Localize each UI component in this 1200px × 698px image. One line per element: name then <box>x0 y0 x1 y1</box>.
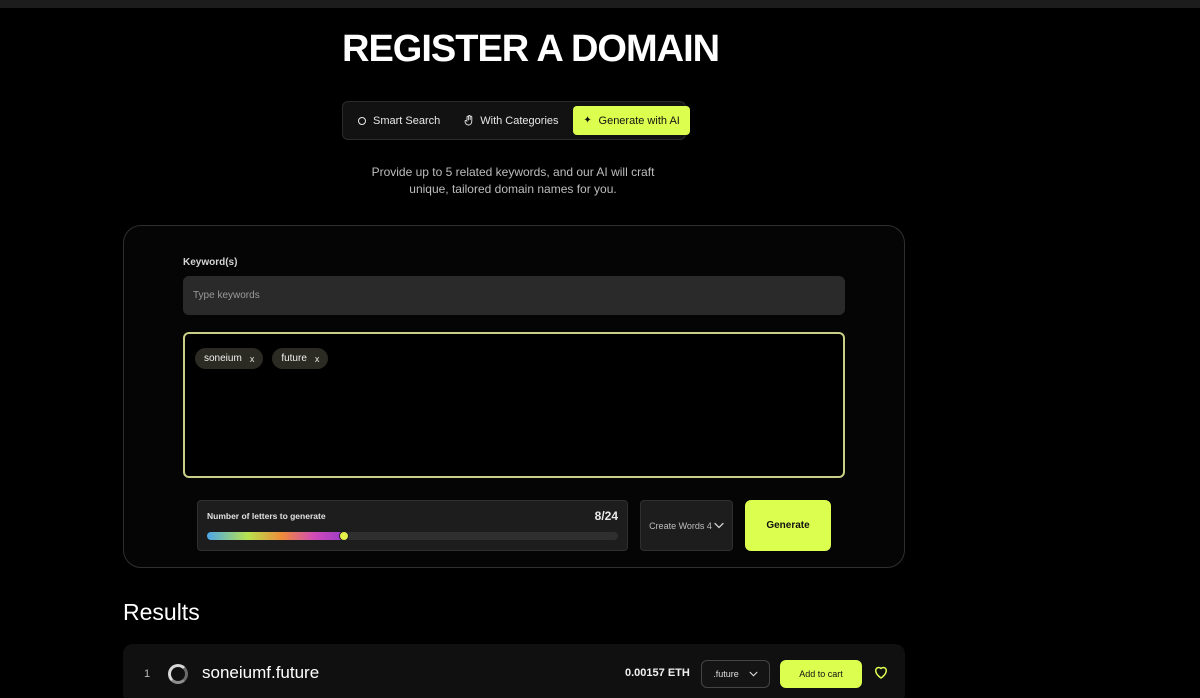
keyword-label: Keyword(s) <box>183 257 238 268</box>
heart-icon[interactable] <box>872 663 890 681</box>
results-title: Results <box>123 599 200 625</box>
keyword-tag-chip: soneium x <box>195 348 264 369</box>
result-row: 1 soneiumf.future 0.00157 ETH .future Ad… <box>123 644 905 698</box>
tag-remove-button[interactable]: x <box>250 354 255 364</box>
tab-label: Generate with AI <box>598 114 680 127</box>
letters-slider-track[interactable] <box>207 531 618 541</box>
subtitle-line-1: Provide up to 5 related keywords, and ou… <box>371 165 655 179</box>
tab-generate-with-ai[interactable]: ✦ Generate with AI <box>572 106 690 135</box>
chevron-down-icon <box>714 521 724 531</box>
letters-slider-panel: Number of letters to generate 8/24 <box>197 500 628 551</box>
keyword-tags-area[interactable]: soneium x future x <box>183 332 845 478</box>
result-domain-name: soneiumf.future <box>202 663 320 682</box>
tab-label: With Categories <box>480 114 559 127</box>
tld-select[interactable]: .future <box>701 660 770 688</box>
letters-slider-handle[interactable] <box>339 531 349 541</box>
generate-button[interactable]: Generate <box>745 500 831 551</box>
hand-icon <box>464 115 474 126</box>
create-words-select[interactable]: Create Words 4 <box>640 500 733 551</box>
result-price: 0.00157 ETH <box>625 667 690 679</box>
letters-slider-fill <box>207 532 344 540</box>
letters-count: 8/24 <box>594 509 618 523</box>
browser-top-strip <box>0 0 1200 8</box>
search-ring-icon <box>357 116 367 125</box>
search-mode-tabs: Smart Search With Categories ✦ Generate … <box>342 101 690 140</box>
generate-form-card: Keyword(s) soneium x future x Number of … <box>123 225 905 568</box>
result-index: 1 <box>144 668 151 680</box>
words-select-value: Create Words 4 <box>649 520 712 531</box>
add-to-cart-button[interactable]: Add to cart <box>780 660 862 688</box>
tab-with-categories[interactable]: With Categories <box>454 106 568 135</box>
letters-label: Number of letters to generate <box>207 511 326 521</box>
subtitle-line-2: unique, tailored domain names for you. <box>409 182 617 196</box>
keyword-input[interactable] <box>183 276 845 315</box>
tld-select-value: .future <box>713 669 739 679</box>
tag-label: future <box>281 353 307 364</box>
tag-label: soneium <box>204 353 242 364</box>
tag-remove-button[interactable]: x <box>315 354 320 364</box>
tab-label: Smart Search <box>373 114 441 127</box>
page-subtitle: Provide up to 5 related keywords, and ou… <box>340 164 686 198</box>
keyword-tag-chip: future x <box>272 348 329 369</box>
page-title: REGISTER A DOMAIN <box>342 28 720 70</box>
sparkle-icon: ✦ <box>583 115 592 126</box>
tab-smart-search[interactable]: Smart Search <box>347 106 450 135</box>
soneium-logo-icon <box>168 664 188 684</box>
chevron-down-icon <box>749 669 758 679</box>
